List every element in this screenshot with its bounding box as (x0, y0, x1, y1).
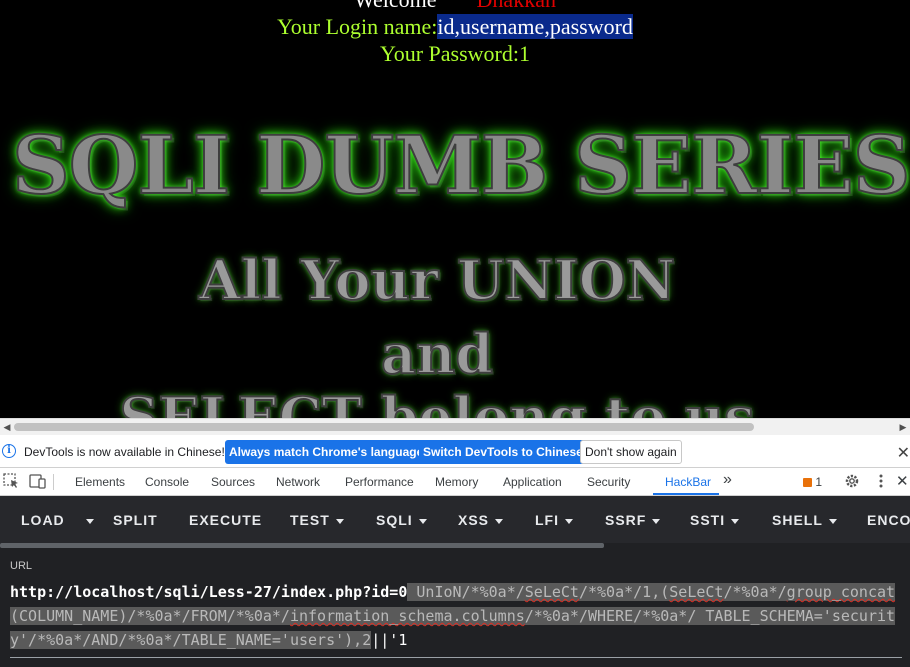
welcome-label: Welcome (354, 0, 437, 12)
login-name-line: Your Login name:id,username,password (0, 14, 910, 40)
ssrf-menu-button[interactable]: SSRF (605, 512, 661, 528)
tab-performance[interactable]: Performance (345, 475, 414, 489)
url-part: /*%0a*/ (723, 583, 787, 601)
page-horizontal-scrollbar[interactable]: ◀ ▶ (0, 418, 910, 435)
scroll-left-icon[interactable]: ◀ (0, 419, 14, 435)
sqli-menu-button[interactable]: SQLI (376, 512, 427, 528)
url-part: SeLeCt (524, 583, 579, 601)
url-part: (COLUMN_NAME)/*%0a*/FROM/*%0a*/ (10, 607, 290, 625)
lfi-menu-button[interactable]: LFI (535, 512, 573, 528)
execute-button[interactable]: EXECUTE (189, 512, 262, 528)
info-icon: i (2, 444, 16, 458)
tab-hackbar[interactable]: HackBar (665, 475, 711, 489)
hackbar-toolbar: LOAD SPLIT EXECUTE TEST SQLI XSS LFI SSR… (0, 496, 910, 543)
chevron-down-icon (495, 518, 504, 524)
welcome-line: Welcome Dhakkan (0, 0, 910, 13)
toolbar-scrollbar-thumb[interactable] (0, 543, 604, 548)
url-part: information_schema.columns (289, 607, 525, 625)
chevron-down-icon (565, 518, 573, 524)
tab-memory[interactable]: Memory (435, 475, 478, 489)
scroll-right-icon[interactable]: ▶ (896, 419, 910, 435)
tab-security[interactable]: Security (587, 475, 630, 489)
page-title-image: SQLI DUMB SERIES (11, 117, 910, 213)
url-label: URL (10, 560, 33, 572)
dont-show-again-button[interactable]: Don't show again (580, 440, 682, 464)
password-line: Your Password:1 (380, 41, 530, 66)
switch-devtools-chinese-button[interactable]: Switch DevTools to Chinese (419, 440, 587, 464)
url-textarea[interactable]: http://localhost/sqli/Less-27/index.php?… (10, 580, 902, 652)
hackbar-panel: LOAD SPLIT EXECUTE TEST SQLI XSS LFI SSR… (0, 496, 910, 667)
active-tab-underline (653, 493, 719, 495)
encode-menu-button[interactable]: ENCO (867, 512, 910, 528)
tab-console[interactable]: Console (145, 475, 189, 489)
url-part: /*%0a*/1,( (578, 583, 670, 601)
inspect-element-icon[interactable] (3, 473, 21, 489)
shell-label: SHELL (772, 512, 823, 528)
issue-flag-icon (803, 478, 812, 488)
device-toolbar-icon[interactable] (29, 473, 47, 489)
lfi-label: LFI (535, 512, 559, 528)
url-part: SeLeCt (669, 583, 724, 601)
xss-menu-button[interactable]: XSS (458, 512, 504, 528)
test-menu-button[interactable]: TEST (290, 512, 344, 528)
shell-menu-button[interactable]: SHELL (772, 512, 837, 528)
tab-separator (53, 474, 54, 490)
chevron-down-icon (418, 518, 427, 524)
subtitle-line-1: All Your UNION (198, 247, 676, 313)
url-field-underline (10, 657, 902, 658)
sqli-label: SQLI (376, 512, 413, 528)
web-page-viewport: Welcome Dhakkan Your Login name:id,userna… (0, 0, 910, 418)
ssti-menu-button[interactable]: SSTI (690, 512, 740, 528)
login-name-label: Your Login name: (277, 14, 438, 39)
url-prefix: http://localhost/sqli/Less-27/index.php?… (10, 583, 408, 601)
load-dropdown-icon[interactable] (80, 512, 94, 528)
chevron-down-icon (652, 518, 661, 524)
login-name-value: id,username,password (437, 14, 633, 39)
subtitle-line-3: SELECT belong to us (118, 384, 755, 418)
close-icon[interactable]: ✕ (897, 443, 910, 463)
settings-gear-icon[interactable] (843, 473, 861, 489)
devtools-tab-bar: Elements Console Sources Network Perform… (0, 468, 910, 496)
always-match-language-button[interactable]: Always match Chrome's language (225, 440, 428, 464)
tab-elements[interactable]: Elements (75, 475, 125, 489)
split-button[interactable]: SPLIT (113, 512, 158, 528)
test-label: TEST (290, 512, 330, 528)
welcome-username: Dhakkan (477, 0, 556, 12)
url-part: UnIoN/*%0a*/ (407, 583, 525, 601)
close-devtools-icon[interactable]: ✕ (896, 472, 909, 490)
url-part: group_concat (786, 583, 896, 601)
chevron-down-icon (335, 518, 344, 524)
infobar-message: DevTools is now available in Chinese! (24, 445, 225, 459)
chevron-down-icon (731, 518, 740, 524)
tab-network[interactable]: Network (276, 475, 320, 489)
more-options-icon[interactable] (872, 473, 890, 489)
issues-counter[interactable]: 1 (803, 475, 822, 489)
scrollbar-thumb[interactable] (14, 423, 754, 431)
load-button[interactable]: LOAD (21, 512, 65, 528)
more-tabs-icon[interactable]: » (723, 471, 732, 489)
tab-sources[interactable]: Sources (211, 475, 255, 489)
issues-count: 1 (815, 475, 823, 489)
ssrf-label: SSRF (605, 512, 647, 528)
subtitle-line-2: and (380, 321, 494, 387)
chevron-down-icon (828, 518, 837, 524)
ssti-label: SSTI (690, 512, 726, 528)
tab-application[interactable]: Application (503, 475, 562, 489)
toolbar-scrollbar[interactable] (0, 543, 910, 548)
url-suffix: ||'1 (371, 631, 408, 649)
devtools-language-infobar: i DevTools is now available in Chinese! … (0, 435, 910, 468)
xss-label: XSS (458, 512, 490, 528)
